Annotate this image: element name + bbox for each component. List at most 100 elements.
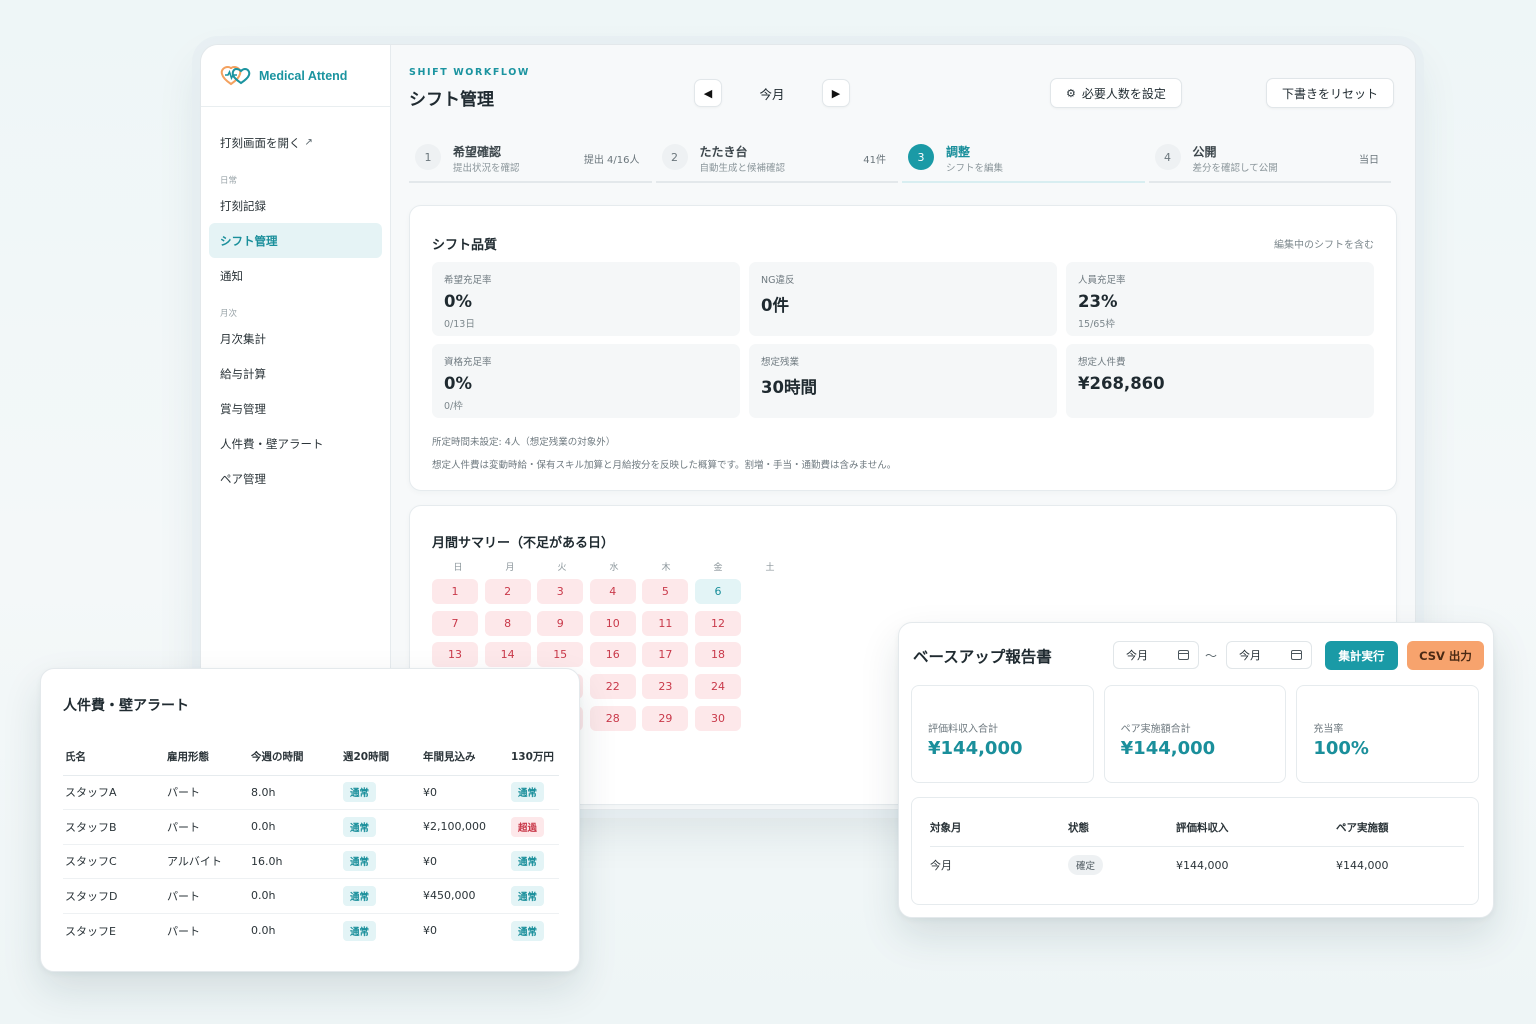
status-badge: 通常: [343, 782, 377, 803]
table-row[interactable]: スタッフD パート 0.0h 通常 ¥450,000 通常: [63, 878, 559, 914]
sidebar-item-monthly-summary[interactable]: 月次集計: [209, 321, 382, 356]
metric-value: 0件: [761, 296, 789, 315]
weekly-20h-cell: 通常: [341, 913, 421, 948]
step-1[interactable]: 1 希望確認 提出状況を確認 提出 4/16人: [409, 137, 652, 183]
calendar-day[interactable]: 24: [694, 674, 741, 700]
table-row[interactable]: スタッフC アルバイト 16.0h 通常 ¥0 通常: [63, 844, 559, 879]
calendar-day[interactable]: 11: [642, 610, 689, 636]
metric-label: 希望充足率: [444, 275, 492, 286]
calendar-day[interactable]: 9: [537, 610, 584, 636]
step-4[interactable]: 4 公開 差分を確認して公開 当日: [1148, 137, 1391, 183]
table-row[interactable]: スタッフE パート 0.0h 通常 ¥0 通常: [63, 913, 559, 948]
calendar-day[interactable]: 4: [589, 579, 636, 604]
calendar-day[interactable]: 1: [432, 579, 478, 604]
triangle-left-icon: ◀: [703, 86, 713, 100]
report-table: 対象月 状態 評価料収入 ペア実施額 今月 確定 ¥144,000 ¥144,0…: [930, 810, 1464, 884]
staff-name-cell: スタッフC: [63, 844, 165, 879]
quality-footnote: 想定人件費は変動時給・保有スキル加算と月給按分を反映した概算です。割増・手当・通…: [432, 460, 897, 471]
calendar-day[interactable]: 10: [589, 610, 636, 636]
step-title: 調整: [946, 145, 971, 159]
sidebar-item-bonus[interactable]: 賞与管理: [209, 391, 382, 426]
calendar-day[interactable]: 13: [432, 642, 478, 668]
calendar-day[interactable]: 23: [642, 674, 689, 700]
shift-quality-note: 編集中のシフトを含む: [1274, 240, 1374, 251]
reset-draft-button[interactable]: 下書きをリセット: [1266, 78, 1394, 108]
metric-expected-overtime: 想定残業 30時間: [749, 344, 1057, 418]
metric-staffing-rate: 人員充足率 23% 15/65枠: [1066, 262, 1374, 336]
weekly-20h-cell: 通常: [341, 775, 421, 810]
calendar-day[interactable]: 16: [589, 642, 636, 668]
column-header: ペア実施額: [1336, 810, 1464, 847]
weekly-hours-cell: 0.0h: [249, 809, 341, 845]
calendar-day[interactable]: 28: [589, 705, 636, 731]
annual-estimate-cell: ¥0: [421, 844, 509, 879]
calendar-day[interactable]: 6: [694, 579, 741, 604]
brand[interactable]: Medical Attend: [201, 45, 390, 107]
prev-month-button[interactable]: ◀: [694, 79, 722, 107]
wall-130-cell: 通常: [509, 844, 559, 879]
report-from-date[interactable]: 今月: [1113, 641, 1199, 669]
calendar-day[interactable]: 14: [484, 642, 531, 668]
step-3[interactable]: 3 調整 シフトを編集: [902, 137, 1145, 183]
stat-label: ペア実施額合計: [1120, 724, 1191, 735]
status-badge: 通常: [343, 851, 377, 872]
table-row[interactable]: スタッフA パート 8.0h 通常 ¥0 通常: [63, 775, 559, 810]
calendar-day[interactable]: 17: [642, 642, 689, 668]
calendar-day[interactable]: 15: [537, 642, 584, 668]
date-range-separator: 〜: [1205, 649, 1218, 663]
employment-type-cell: アルバイト: [165, 844, 249, 879]
run-aggregation-button[interactable]: 集計実行: [1325, 641, 1398, 670]
annual-estimate-cell: ¥2,100,000: [421, 809, 509, 845]
base-up-report-card: ベースアップ報告書 今月 〜 今月 集計実行 CSV 出力 評価料収入合計 ¥1…: [898, 622, 1494, 918]
metric-label: 想定人件費: [1078, 357, 1126, 368]
sidebar-item-open-punch[interactable]: 打刻画面を開く ↗: [209, 125, 382, 160]
calendar-day[interactable]: 5: [642, 579, 689, 604]
status-badge: 通常: [511, 851, 545, 872]
weekly-hours-cell: 0.0h: [249, 878, 341, 914]
sidebar-item-shift[interactable]: シフト管理: [209, 223, 382, 258]
stat-value: ¥144,000: [1120, 738, 1216, 759]
labor-alert-title: 人件費・壁アラート: [63, 698, 189, 714]
table-row[interactable]: スタッフB パート 0.0h 通常 ¥2,100,000 超過: [63, 809, 559, 845]
set-required-staff-button[interactable]: ⚙ 必要人数を設定: [1050, 78, 1182, 108]
sidebar-item-payroll[interactable]: 給与計算: [209, 356, 382, 391]
table-row[interactable]: 今月 確定 ¥144,000 ¥144,000: [930, 846, 1464, 884]
sidebar-item-punch-records[interactable]: 打刻記録: [209, 188, 382, 223]
weekday-label: 木: [661, 563, 671, 573]
page-eyebrow: SHIFT WORKFLOW: [409, 67, 530, 78]
calendar-day[interactable]: 2: [484, 579, 531, 604]
step-number: 2: [661, 144, 688, 170]
step-meta: 41件: [863, 155, 886, 166]
sidebar-item-notifications[interactable]: 通知: [209, 258, 382, 293]
report-table-container: 対象月 状態 評価料収入 ペア実施額 今月 確定 ¥144,000 ¥144,0…: [911, 797, 1479, 905]
step-meta: 提出 4/16人: [583, 155, 640, 166]
next-month-button[interactable]: ▶: [822, 79, 850, 107]
sidebar-item-labor-alert[interactable]: 人件費・壁アラート: [209, 426, 382, 461]
weekday-label: 火: [557, 563, 567, 573]
shift-quality-title: シフト品質: [432, 238, 498, 253]
column-header: 今週の時間: [249, 739, 341, 776]
calendar-day[interactable]: 29: [642, 705, 689, 731]
calendar-day[interactable]: 30: [694, 705, 741, 731]
status-badge: 通常: [511, 920, 545, 941]
calendar-day[interactable]: 18: [694, 642, 741, 668]
calendar-day[interactable]: 7: [432, 610, 478, 636]
labor-alert-rows: スタッフA パート 8.0h 通常 ¥0 通常 スタッフB パート 0.0h 通常 ¥2,100,0…: [63, 775, 559, 948]
sidebar-section-daily: 日常: [220, 176, 238, 186]
calendar-day[interactable]: 22: [589, 674, 636, 700]
step-number: 3: [908, 144, 934, 170]
status-badge: 通常: [343, 920, 377, 941]
metric-value: 0%: [444, 374, 473, 393]
metric-expected-labor-cost: 想定人件費 ¥268,860: [1066, 344, 1374, 418]
step-2[interactable]: 2 たたき台 自動生成と候補確認 41件: [655, 137, 898, 183]
report-to-date[interactable]: 今月: [1226, 641, 1312, 669]
column-header: 評価料収入: [1176, 810, 1336, 847]
labor-alert-card: 人件費・壁アラート 氏名 雇用形態 今週の時間 週20時間 年間見込み 130万…: [40, 668, 580, 972]
stat-evaluation-income: 評価料収入合計 ¥144,000: [911, 685, 1094, 783]
sidebar-section-monthly: 月次: [220, 309, 238, 319]
calendar-day[interactable]: 8: [484, 610, 531, 636]
sidebar-item-pair[interactable]: ペア管理: [209, 461, 382, 496]
csv-export-button[interactable]: CSV 出力: [1407, 641, 1484, 670]
calendar-day[interactable]: 12: [694, 610, 741, 636]
calendar-day[interactable]: 3: [537, 579, 584, 604]
